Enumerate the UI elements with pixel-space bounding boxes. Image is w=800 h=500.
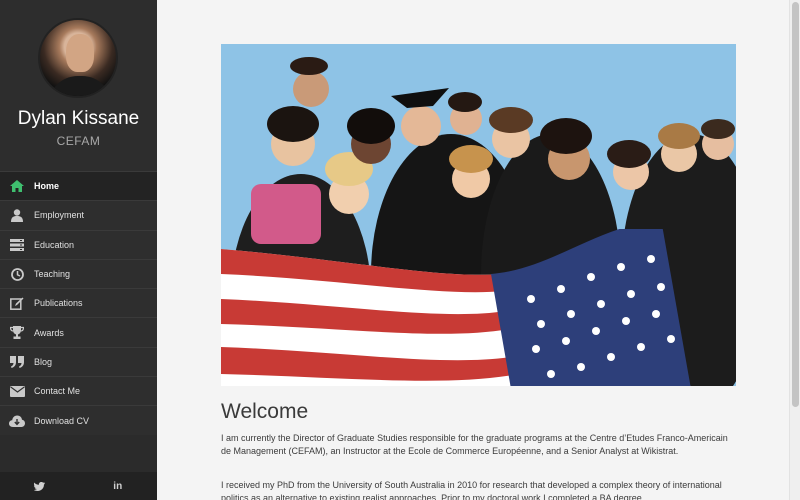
- social-links: in: [0, 472, 157, 500]
- user-icon: [0, 209, 34, 222]
- edit-icon: [0, 297, 34, 310]
- sidebar: Dylan Kissane CEFAM Home Employment Educ…: [0, 0, 157, 500]
- sidebar-item-label: Teaching: [34, 269, 71, 280]
- main-content: Welcome I am currently the Director of G…: [157, 0, 789, 500]
- avatar-shirt: [48, 76, 112, 96]
- cloud-download-icon: [0, 415, 34, 427]
- envelope-icon: [0, 385, 34, 397]
- trophy-icon: [0, 326, 34, 340]
- sidebar-item-label: Contact Me: [34, 386, 81, 397]
- twitter-icon: [33, 481, 45, 491]
- sidebar-item-awards[interactable]: Awards: [0, 317, 157, 347]
- profile-section: Dylan Kissane CEFAM: [0, 0, 157, 171]
- hero-image: [221, 44, 736, 386]
- sidebar-item-label: Blog: [34, 356, 53, 367]
- sidebar-item-teaching[interactable]: Teaching: [0, 258, 157, 289]
- home-icon: [0, 180, 34, 193]
- linkedin-icon: in: [113, 480, 123, 492]
- sidebar-item-download-cv[interactable]: Download CV: [0, 405, 157, 435]
- avatar[interactable]: [38, 18, 118, 98]
- sidebar-item-publications[interactable]: Publications: [0, 288, 157, 318]
- sidebar-item-label: Awards: [34, 327, 64, 338]
- profile-org: CEFAM: [56, 134, 101, 148]
- sidebar-item-home[interactable]: Home: [0, 171, 157, 201]
- page-title: Welcome: [221, 400, 309, 423]
- sidebar-item-contact[interactable]: Contact Me: [0, 376, 157, 406]
- scrollbar-thumb[interactable]: [792, 2, 799, 407]
- sidebar-item-label: Home: [34, 181, 60, 192]
- sidebar-item-label: Education: [34, 239, 75, 250]
- sidebar-item-employment[interactable]: Employment: [0, 200, 157, 230]
- intro-paragraph: I am currently the Director of Graduate …: [221, 433, 728, 456]
- quote-icon: [0, 355, 34, 368]
- sidebar-item-education[interactable]: Education: [0, 229, 157, 259]
- clock-icon: [0, 267, 34, 281]
- sidebar-item-blog[interactable]: Blog: [0, 346, 157, 377]
- profile-name: Dylan Kissane: [17, 108, 140, 129]
- page-scrollbar[interactable]: [789, 0, 800, 500]
- sidebar-nav: Home Employment Education Teaching Publi…: [0, 171, 157, 435]
- linkedin-link[interactable]: in: [79, 472, 158, 500]
- avatar-face: [66, 34, 94, 72]
- server-icon: [0, 238, 34, 251]
- american-flag: [221, 229, 691, 386]
- bio-paragraph: I received my PhD from the University of…: [221, 480, 722, 500]
- sidebar-item-label: Employment: [34, 210, 85, 221]
- sidebar-item-label: Publications: [34, 298, 83, 309]
- sidebar-item-label: Download CV: [34, 415, 90, 426]
- twitter-link[interactable]: [0, 472, 79, 500]
